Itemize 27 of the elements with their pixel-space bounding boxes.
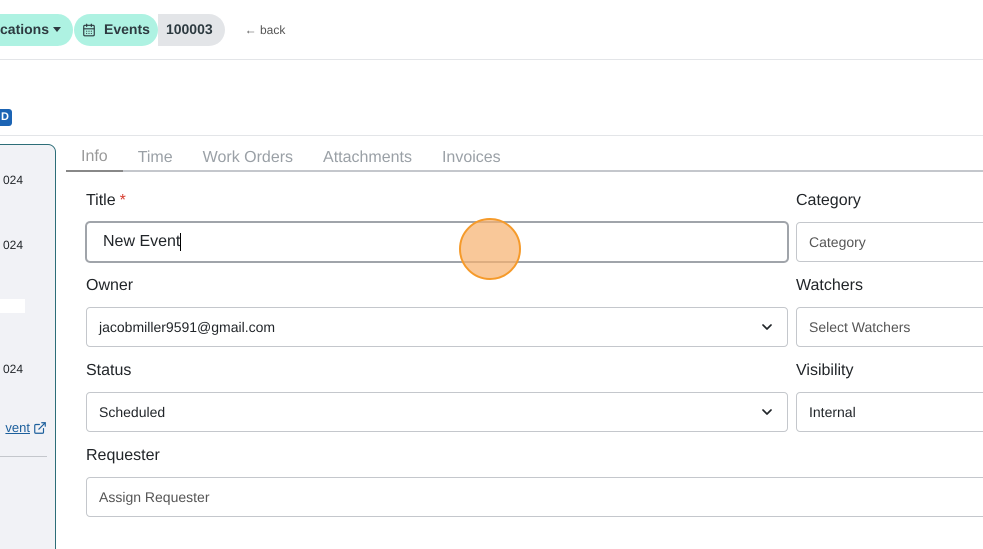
field-label: Status	[86, 361, 132, 381]
select-field[interactable]: Scheduled	[86, 392, 788, 432]
date-text: 024	[2, 361, 23, 378]
text-field[interactable]: Category	[796, 222, 983, 262]
breadcrumb-item: 100003	[158, 14, 225, 46]
calendar-icon	[82, 22, 96, 36]
field-label: Visibility	[796, 361, 854, 381]
date-text: 024	[2, 237, 23, 254]
field-label: Category	[796, 191, 862, 211]
back-link[interactable]: ← back	[244, 20, 286, 38]
status-badge: D	[0, 109, 12, 126]
field-label: Title	[86, 191, 116, 211]
text-field[interactable]: Internal	[796, 392, 983, 432]
required-mark: *	[120, 191, 126, 211]
field-label: Requester	[86, 446, 160, 466]
field-label: Owner	[86, 276, 134, 296]
field-label: Watchers	[796, 276, 864, 296]
caret-icon	[53, 27, 62, 32]
text-field[interactable]: Assign Requester	[86, 477, 983, 517]
breadcrumb-dropdown[interactable]: cations	[0, 14, 74, 46]
date-text: 024	[2, 172, 23, 189]
event-link[interactable]: vent	[5, 418, 30, 438]
text-field[interactable]: New Event	[86, 222, 788, 262]
text-field[interactable]: Select Watchers	[796, 307, 983, 347]
breadcrumb-link[interactable]: Events	[74, 14, 158, 46]
external-link-icon	[33, 420, 47, 435]
select-field[interactable]: jacobmiller9591@gmail.com	[86, 307, 788, 347]
